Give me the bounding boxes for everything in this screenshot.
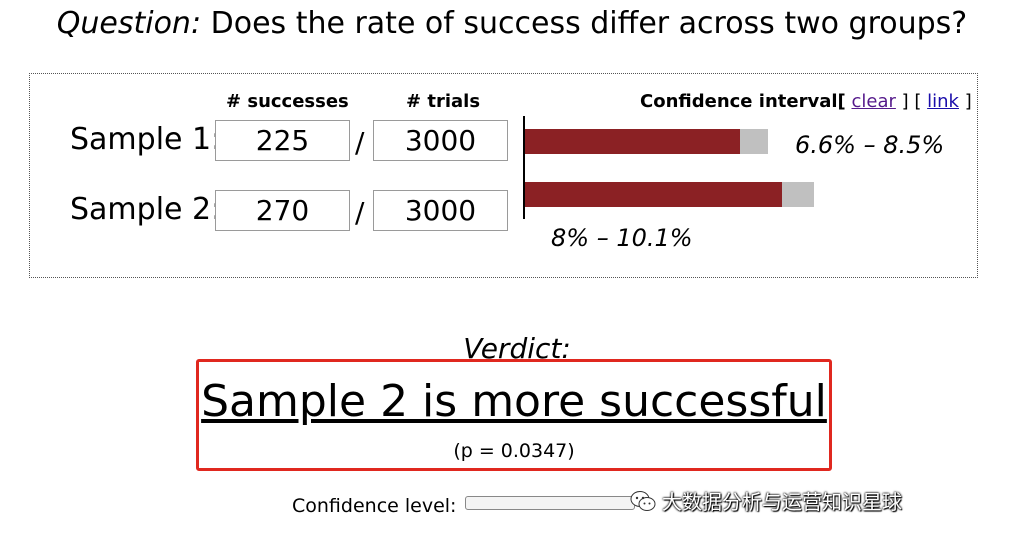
sample1-rate-bar — [525, 129, 740, 154]
sample1-successes-input[interactable]: 225 — [215, 120, 350, 161]
ci-bracket-mid: ] [ — [901, 91, 922, 112]
successes-column-header: # successes — [226, 91, 349, 112]
sample2-trials-input[interactable]: 3000 — [373, 190, 508, 231]
sample2-ci-range: 8% – 10.1% — [551, 224, 693, 252]
question-label: Question: — [56, 6, 202, 41]
sample2-label: Sample 2: — [70, 192, 222, 227]
confidence-level-label: Confidence level: — [292, 495, 457, 517]
sample1-trials-input[interactable]: 3000 — [373, 120, 508, 161]
ci-bracket-close: ] — [964, 91, 972, 112]
sample2-rate-bar — [525, 182, 782, 207]
sample1-separator: / — [355, 126, 365, 159]
clear-link[interactable]: clear — [851, 91, 895, 112]
sample1-label: Sample 1: — [70, 122, 222, 157]
ci-bracket-open: [ — [837, 91, 846, 112]
sample1-ci-range: 6.6% – 8.5% — [795, 131, 945, 159]
question-heading: Question: Does the rate of success diffe… — [0, 6, 1024, 41]
ci-title: Confidence interval — [640, 91, 838, 112]
ci-header: Confidence interval[ clear ] [ link ] — [640, 91, 972, 112]
watermark-text: 大数据分析与运营知识星球 — [662, 490, 902, 514]
p-value: (p = 0.0347) — [453, 440, 575, 462]
confidence-level-slider[interactable] — [465, 496, 635, 510]
sample2-successes-input[interactable]: 270 — [215, 190, 350, 231]
watermark: 大数据分析与运营知识星球 — [630, 486, 902, 517]
wechat-icon — [630, 490, 656, 517]
permalink-link[interactable]: link — [927, 91, 959, 112]
sample2-separator: / — [355, 196, 365, 229]
verdict-text: Sample 2 is more successful — [201, 376, 827, 427]
question-text: Does the rate of success differ across t… — [210, 6, 968, 41]
trials-column-header: # trials — [406, 91, 481, 112]
